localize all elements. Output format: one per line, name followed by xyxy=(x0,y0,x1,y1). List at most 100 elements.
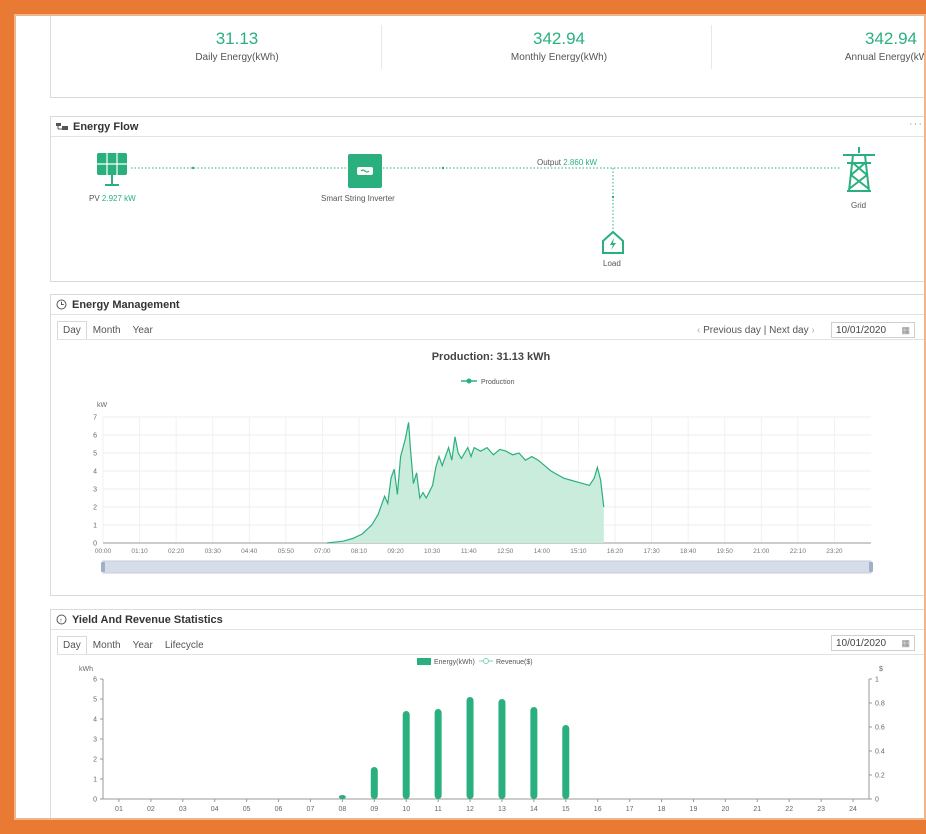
calendar-icon[interactable]: ▦ xyxy=(901,638,910,649)
y-tick-label: 0 xyxy=(93,797,97,804)
slider-handle-left[interactable] xyxy=(101,562,105,572)
pv-label: PV 2.927 kW xyxy=(89,194,136,203)
x-tick-label: 11 xyxy=(434,806,441,813)
legend-revenue: Revenue($) xyxy=(496,659,533,666)
x-tick-label: 06 xyxy=(275,806,283,813)
y-tick-label: 7 xyxy=(93,415,97,422)
x-tick-label: 09:20 xyxy=(387,548,404,555)
zoom-slider[interactable] xyxy=(102,560,872,574)
x-tick-label: 14 xyxy=(530,806,538,813)
x-tick-label: 08 xyxy=(338,806,346,813)
x-tick-label: 21 xyxy=(753,806,761,813)
tab-year[interactable]: Year xyxy=(127,636,159,655)
x-tick-label: 19:50 xyxy=(717,548,734,555)
yield-revenue-card: ↑ Yield And Revenue Statistics Day Month… xyxy=(50,609,924,818)
energy-bar xyxy=(434,709,442,799)
x-tick-label: 07:00 xyxy=(314,548,331,555)
kpi-value: 342.94 xyxy=(865,29,917,48)
tab-month[interactable]: Month xyxy=(87,636,127,655)
grid-tower-icon xyxy=(843,147,875,192)
x-tick-label: 02 xyxy=(147,806,155,813)
calendar-icon[interactable]: ▦ xyxy=(901,325,910,336)
pv-value: 2.927 kW xyxy=(101,194,136,203)
kpi-value: 31.13 xyxy=(215,29,259,48)
y-tick-label: 1 xyxy=(93,523,97,530)
yield-chart: Energy(kWh) Revenue($) kWh $012345600.20.… xyxy=(79,658,885,813)
revenue-icon: ↑ xyxy=(56,614,67,625)
yield-revenue-header: ↑ Yield And Revenue Statistics xyxy=(51,610,924,630)
x-tick-label: 22 xyxy=(785,806,793,813)
x-tick-label: 04:40 xyxy=(241,548,258,555)
x-tick-label: 15:10 xyxy=(570,548,587,555)
nav-separator: | xyxy=(763,325,767,336)
slider-handle-right[interactable] xyxy=(869,562,873,572)
tab-divider xyxy=(57,339,924,340)
tab-year[interactable]: Year xyxy=(127,321,159,340)
x-tick-label: 18:40 xyxy=(680,548,697,555)
production-legend[interactable]: Production xyxy=(461,378,515,387)
kpi-divider xyxy=(381,25,382,69)
energy-flow-card: Energy Flow ··· PV 2.927 kW Smart String xyxy=(50,116,924,282)
previous-day-link[interactable]: Previous day xyxy=(703,325,761,336)
energy-management-tabs: Day Month Year xyxy=(57,321,159,340)
kpi-card: 31.13 Daily Energy(kWh) 342.94 Monthly E… xyxy=(50,16,924,98)
tab-lifecycle[interactable]: Lifecycle xyxy=(159,636,210,655)
more-options-icon[interactable]: ··· xyxy=(909,118,923,130)
date-value: 10/01/2020 xyxy=(836,325,887,336)
y-tick-label: 4 xyxy=(93,717,97,724)
energy-flow-diagram xyxy=(131,166,841,229)
kpi-label: Annual Energy(kWh) xyxy=(844,52,924,63)
x-tick-label: 03:30 xyxy=(205,548,222,555)
yield-tabs: Day Month Year Lifecycle xyxy=(57,636,210,655)
x-tick-label: 22:10 xyxy=(790,548,807,555)
y-axis-unit: kW xyxy=(97,402,108,409)
output-value: 2.860 kW xyxy=(563,158,598,167)
next-day-link[interactable]: Next day xyxy=(769,325,808,336)
load-label: Load xyxy=(603,259,621,268)
x-tick-label: 20 xyxy=(721,806,729,813)
y-tick-label: 6 xyxy=(93,433,97,440)
production-chart: Production kW 0 1 2 3 4 5 6 7 00:00 01:10 02:20 03:3… xyxy=(93,378,873,574)
clock-icon xyxy=(56,299,67,310)
y-tick-label: 6 xyxy=(93,677,97,684)
y-right-tick-label: 0.2 xyxy=(875,773,885,780)
x-tick-label: 12 xyxy=(466,806,474,813)
chart-title: Production: 31.13 kWh xyxy=(431,351,551,363)
tab-day[interactable]: Day xyxy=(57,321,87,340)
inverter-icon[interactable] xyxy=(347,153,383,189)
y-tick-label: 2 xyxy=(93,757,97,764)
kpi-daily-energy: 31.13 Daily Energy(kWh) xyxy=(87,29,387,63)
y-right-tick-label: 0.6 xyxy=(875,725,885,732)
y-tick-label: 3 xyxy=(93,487,97,494)
energy-management-title: Energy Management xyxy=(72,298,180,311)
kpi-divider xyxy=(711,25,712,69)
y-axis-right-unit: $ xyxy=(879,666,883,673)
page-frame: 31.13 Daily Energy(kWh) 342.94 Monthly E… xyxy=(14,14,926,820)
tab-day[interactable]: Day xyxy=(57,636,87,655)
x-tick-label: 01:10 xyxy=(131,548,148,555)
x-tick-label: 03 xyxy=(179,806,187,813)
date-picker[interactable]: 10/01/2020 ▦ xyxy=(831,322,915,338)
y-right-tick-label: 0.4 xyxy=(875,749,885,756)
svg-text:↑: ↑ xyxy=(59,617,63,624)
x-tick-label: 17 xyxy=(626,806,634,813)
legend-revenue-marker xyxy=(483,658,489,664)
y-right-tick-label: 1 xyxy=(875,677,879,684)
date-picker[interactable]: 10/01/2020 ▦ xyxy=(831,635,915,651)
legend-production: Production xyxy=(481,379,515,386)
kpi-value: 342.94 xyxy=(533,29,585,48)
x-tick-label: 23 xyxy=(817,806,825,813)
yield-legend[interactable]: Energy(kWh) Revenue($) xyxy=(417,658,533,666)
y-right-tick-label: 0.8 xyxy=(875,701,885,708)
x-tick-label: 19 xyxy=(690,806,698,813)
energy-bar xyxy=(338,795,346,799)
x-tick-label: 09 xyxy=(370,806,378,813)
x-tick-label: 18 xyxy=(658,806,666,813)
x-tick-label: 12:50 xyxy=(497,548,514,555)
y-axis-unit: kWh xyxy=(79,666,93,673)
y-tick-label: 5 xyxy=(93,451,97,458)
tab-month[interactable]: Month xyxy=(87,321,127,340)
y-tick-label: 2 xyxy=(93,505,97,512)
x-tick-label: 00:00 xyxy=(95,548,112,555)
yield-revenue-title: Yield And Revenue Statistics xyxy=(72,613,223,626)
